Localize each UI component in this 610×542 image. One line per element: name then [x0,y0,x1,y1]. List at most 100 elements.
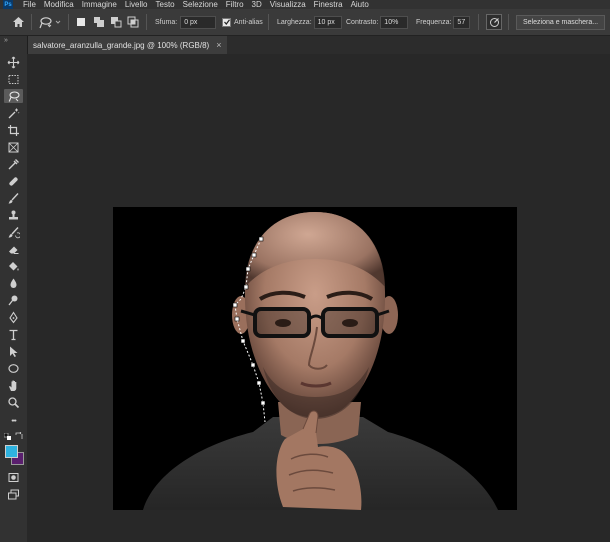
rectangular-marquee-icon [8,74,19,84]
more-tools-icon: ••• [11,417,16,425]
crop-tool[interactable] [4,123,23,137]
close-tab-icon[interactable]: × [216,40,221,50]
type-tool[interactable] [4,327,23,341]
photoshop-logo: Ps [3,0,13,9]
intersect-selection-icon [127,16,139,28]
menu-visualizza[interactable]: Visualizza [270,0,306,9]
menu-finestra[interactable]: Finestra [314,0,343,9]
tablet-pressure-icon [489,17,499,27]
magic-wand-icon [8,108,20,118]
magnifier-icon [8,396,20,408]
menu-immagine[interactable]: Immagine [82,0,117,9]
edit-toolbar-button[interactable]: ••• [4,414,23,428]
hand-tool[interactable] [4,378,23,392]
swap-colors-icon[interactable] [15,431,23,440]
new-selection-button[interactable] [75,16,87,28]
options-bar: Sfuma: 0 px Anti-alias Larghezza: 10 px … [0,9,610,36]
history-brush-tool[interactable] [4,225,23,239]
frame-icon [8,142,19,152]
quick-mask-button[interactable] [4,470,23,484]
chevron-down-icon [55,20,61,24]
zoom-tool[interactable] [4,395,23,409]
pen-tool[interactable] [4,310,23,324]
default-colors-icon[interactable] [3,432,11,440]
eyedropper-icon [8,158,19,169]
arrow-pointer-icon [10,346,18,357]
pen-icon [9,310,18,323]
hand-icon [9,380,17,391]
foreground-color-swatch[interactable] [5,445,18,458]
antialias-label: Anti-alias [234,18,263,26]
marquee-tool[interactable] [4,72,23,86]
healing-brush-tool[interactable] [4,174,23,188]
type-icon [9,329,18,340]
add-selection-button[interactable] [93,16,105,28]
subtract-selection-button[interactable] [110,16,122,28]
bandage-icon [9,176,18,186]
menu-bar: Ps File Modifica Immagine Livello Testo … [0,0,610,9]
home-icon [13,17,24,27]
blur-tool[interactable] [4,276,23,290]
frame-tool[interactable] [4,140,23,154]
magnetic-lasso-icon [8,90,20,102]
menu-modifica[interactable]: Modifica [44,0,74,9]
select-and-mask-button[interactable]: Seleziona e maschera... [516,14,606,30]
frequency-input[interactable]: 57 [453,15,471,29]
eraser-tool[interactable] [4,242,23,256]
intersect-selection-button[interactable] [127,16,139,28]
pen-pressure-button[interactable] [486,9,502,35]
document-image[interactable] [113,207,517,510]
document-tab[interactable]: salvatore_aranzulla_grande.jpg @ 100% (R… [27,36,228,54]
paint-bucket-tool[interactable] [4,259,23,273]
home-button[interactable] [12,9,25,35]
lasso-tool[interactable] [4,89,23,103]
screen-mode-button[interactable] [4,487,23,501]
move-tool[interactable] [4,55,23,69]
dodge-icon [8,295,18,305]
tool-preset-picker[interactable] [38,9,61,35]
crop-icon [8,124,19,136]
tools-panel: » ••• [0,36,28,542]
eyedropper-tool[interactable] [4,157,23,171]
subtract-selection-icon [111,17,122,28]
drop-icon [10,278,17,288]
menu-aiuto[interactable]: Aiuto [351,0,369,9]
canvas-area[interactable] [27,54,610,542]
menu-3d[interactable]: 3D [252,0,262,9]
brush-tool[interactable] [4,191,23,205]
menu-selezione[interactable]: Selezione [183,0,218,9]
screen-mode-icon [8,489,19,499]
feather-input[interactable]: 0 px [180,15,217,29]
move-icon [7,56,20,68]
shape-tool[interactable] [4,361,23,375]
document-tab-title: salvatore_aranzulla_grande.jpg @ 100% (R… [33,40,210,50]
width-input[interactable]: 10 px [313,15,342,29]
history-brush-icon [8,226,20,238]
menu-filtro[interactable]: Filtro [226,0,244,9]
antialias-checkbox[interactable]: Anti-alias [222,9,263,35]
paint-bucket-icon [9,261,19,270]
clone-stamp-tool[interactable] [4,208,23,222]
contrast-label: Contrasto: [346,18,379,26]
brush-icon [8,192,19,203]
width-label: Larghezza: [277,18,312,26]
menu-file[interactable]: File [23,0,36,9]
ellipse-icon [8,363,19,373]
menu-testo[interactable]: Testo [156,0,175,9]
stamp-icon [9,210,18,219]
collapse-toolbar-icon[interactable]: » [4,37,8,44]
frequency-label: Frequenza: [416,18,452,26]
dodge-tool[interactable] [4,293,23,307]
eraser-icon [9,246,19,254]
new-selection-icon [77,18,85,26]
feather-label: Sfuma: [155,18,178,26]
magnetic-lasso-icon [39,16,52,28]
document-tab-bar: salvatore_aranzulla_grande.jpg @ 100% (R… [27,36,610,54]
contrast-input[interactable]: 10% [380,15,409,29]
menu-livello[interactable]: Livello [125,0,148,9]
antialias-check-icon [222,17,231,27]
magic-wand-tool[interactable] [4,106,23,120]
add-selection-icon [94,17,104,27]
quick-mask-icon [8,472,19,482]
path-selection-tool[interactable] [4,344,23,358]
